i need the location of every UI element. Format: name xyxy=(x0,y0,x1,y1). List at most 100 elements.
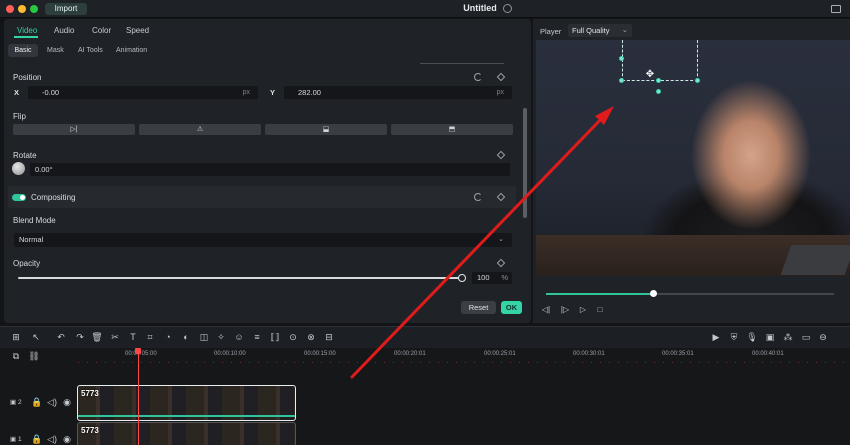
rotate-handle[interactable] xyxy=(656,89,661,94)
minimize-window-button[interactable] xyxy=(18,5,26,13)
title-bar xyxy=(0,0,850,18)
subtab-mask[interactable]: Mask xyxy=(47,44,64,57)
layout-icon[interactable] xyxy=(831,5,841,13)
text-icon[interactable]: T xyxy=(127,331,139,343)
tab-color[interactable]: Color xyxy=(92,26,111,35)
subtab-animation[interactable]: Animation xyxy=(116,44,147,57)
video-clip[interactable]: 5773 xyxy=(77,422,296,445)
active-tab-indicator xyxy=(14,36,38,38)
tab-video[interactable]: Video xyxy=(17,26,37,35)
ai-icon[interactable]: ✧ xyxy=(215,331,227,343)
video-clip-selected[interactable]: 5773 xyxy=(77,385,296,421)
split-icon[interactable]: ⟦⟧ xyxy=(269,331,281,343)
position-y-value: 282.00 xyxy=(298,88,321,97)
undo-icon[interactable]: ↶ xyxy=(55,331,67,343)
ruler-tick-label: 00:00:30:01 xyxy=(573,351,605,357)
tab-audio[interactable]: Audio xyxy=(54,26,74,35)
microphone-icon[interactable]: 🎙 xyxy=(746,331,758,343)
delete-icon[interactable]: 🗑 xyxy=(91,331,103,343)
link-icon[interactable]: ⊗ xyxy=(305,331,317,343)
opacity-slider-track[interactable] xyxy=(18,277,462,279)
chevron-down-icon: ⌄ xyxy=(621,25,628,34)
playhead-line[interactable] xyxy=(137,352,139,445)
cloud-sync-icon[interactable] xyxy=(503,4,512,13)
track-header-1: ▣ 1 🔒 ◁) ◉ xyxy=(0,422,76,445)
add-track-icon[interactable]: ⧉ xyxy=(10,350,22,362)
lock-icon[interactable]: 🔒 xyxy=(31,433,43,445)
compositing-reset-icon[interactable] xyxy=(474,193,482,201)
crop-icon[interactable]: ⌗ xyxy=(144,331,156,343)
multicam-icon[interactable]: ⁂ xyxy=(782,331,794,343)
tab-speed[interactable]: Speed xyxy=(126,26,149,35)
rotate-left-button[interactable]: ⬓ xyxy=(265,124,387,135)
marker-icon[interactable]: ⊙ xyxy=(287,331,299,343)
picture-in-picture-icon[interactable]: ▣ xyxy=(764,331,776,343)
cut-icon[interactable]: ✂ xyxy=(109,331,121,343)
snap-icon[interactable]: ⊟ xyxy=(323,331,335,343)
sticker-icon[interactable]: ☺ xyxy=(233,331,245,343)
resize-handle[interactable] xyxy=(619,56,624,61)
position-reset-icon[interactable] xyxy=(474,73,482,81)
ok-button[interactable]: OK xyxy=(501,301,522,314)
eye-icon[interactable]: ◉ xyxy=(61,396,73,408)
speed-icon[interactable]: ◔ xyxy=(162,331,174,343)
layout-grid-icon[interactable]: ⊞ xyxy=(10,331,22,343)
blend-mode-value: Normal xyxy=(19,235,44,244)
resize-handle[interactable] xyxy=(656,78,661,83)
blend-mode-select[interactable]: Normal ⌄ xyxy=(14,233,512,247)
play-icon[interactable]: ▷ xyxy=(578,305,588,315)
select-tool-icon[interactable]: ↖ xyxy=(30,331,42,343)
compositing-toggle[interactable] xyxy=(12,194,26,201)
render-icon[interactable]: ▶ xyxy=(710,331,722,343)
clip-name: 5773 xyxy=(81,389,99,398)
flip-horizontal-icon: ▷| xyxy=(70,126,78,133)
flip-horizontal-button[interactable]: ▷| xyxy=(13,124,135,135)
color-icon[interactable]: ◐ xyxy=(180,331,192,343)
position-y-input[interactable]: Y 282.00 px xyxy=(270,86,512,99)
track-header-2: ▣ 2 🔒 ◁) ◉ xyxy=(0,385,76,421)
chevron-down-icon: ⌄ xyxy=(498,236,504,243)
opacity-input[interactable]: 100 % xyxy=(472,272,512,284)
y-label: Y xyxy=(270,88,276,97)
rotate-knob[interactable] xyxy=(12,162,25,175)
eye-icon[interactable]: ◉ xyxy=(61,433,73,445)
prev-frame-icon[interactable]: ◁| xyxy=(541,305,551,315)
player-progress-thumb[interactable] xyxy=(649,290,657,297)
ruler-tick-label: 00:00:20:01 xyxy=(394,351,426,357)
timeline-ruler[interactable] xyxy=(78,362,850,363)
reset-button[interactable]: Reset xyxy=(461,301,496,314)
redo-icon[interactable]: ↷ xyxy=(74,331,86,343)
shield-icon[interactable]: ⛨ xyxy=(728,331,740,343)
import-button[interactable]: Import xyxy=(45,3,87,15)
flip-vertical-button[interactable]: ⚠ xyxy=(139,124,261,135)
ruler-tick-label: 00:00:40:01 xyxy=(752,351,784,357)
lock-icon[interactable]: 🔒 xyxy=(31,396,43,408)
opacity-slider-thumb[interactable] xyxy=(458,274,466,282)
resize-handle[interactable] xyxy=(695,78,700,83)
quality-value: Full Quality xyxy=(572,26,610,35)
link-track-icon[interactable]: ⛓ xyxy=(28,350,40,362)
position-y-unit: px xyxy=(496,89,504,96)
stop-icon[interactable]: □ xyxy=(595,305,605,315)
zoom-window-button[interactable] xyxy=(30,5,38,13)
speaker-icon[interactable]: ◁) xyxy=(46,433,58,445)
selection-box[interactable] xyxy=(622,40,698,81)
zoom-out-icon[interactable]: ⊖ xyxy=(817,331,829,343)
screen-icon[interactable]: ▭ xyxy=(800,331,812,343)
quality-select[interactable]: Full Quality ⌄ xyxy=(568,24,632,37)
adjust-icon[interactable]: ≡ xyxy=(251,331,263,343)
rotate-input[interactable]: 0.00° xyxy=(30,163,510,176)
opacity-unit: % xyxy=(501,273,508,282)
position-x-input[interactable]: X -0.00 px xyxy=(14,86,258,99)
compositing-section-header[interactable] xyxy=(8,186,516,208)
subtab-ai-tools[interactable]: AI Tools xyxy=(78,44,103,57)
resize-handle[interactable] xyxy=(619,78,624,83)
move-icon[interactable]: ✥ xyxy=(645,70,655,80)
property-scrollbar[interactable] xyxy=(523,108,527,218)
subtab-basic[interactable]: Basic xyxy=(8,44,38,57)
mask-icon[interactable]: ◫ xyxy=(198,331,210,343)
rotate-right-button[interactable]: ⬒ xyxy=(391,124,513,135)
close-window-button[interactable] xyxy=(6,5,14,13)
play-backward-icon[interactable]: |▷ xyxy=(560,305,570,315)
speaker-icon[interactable]: ◁) xyxy=(46,396,58,408)
